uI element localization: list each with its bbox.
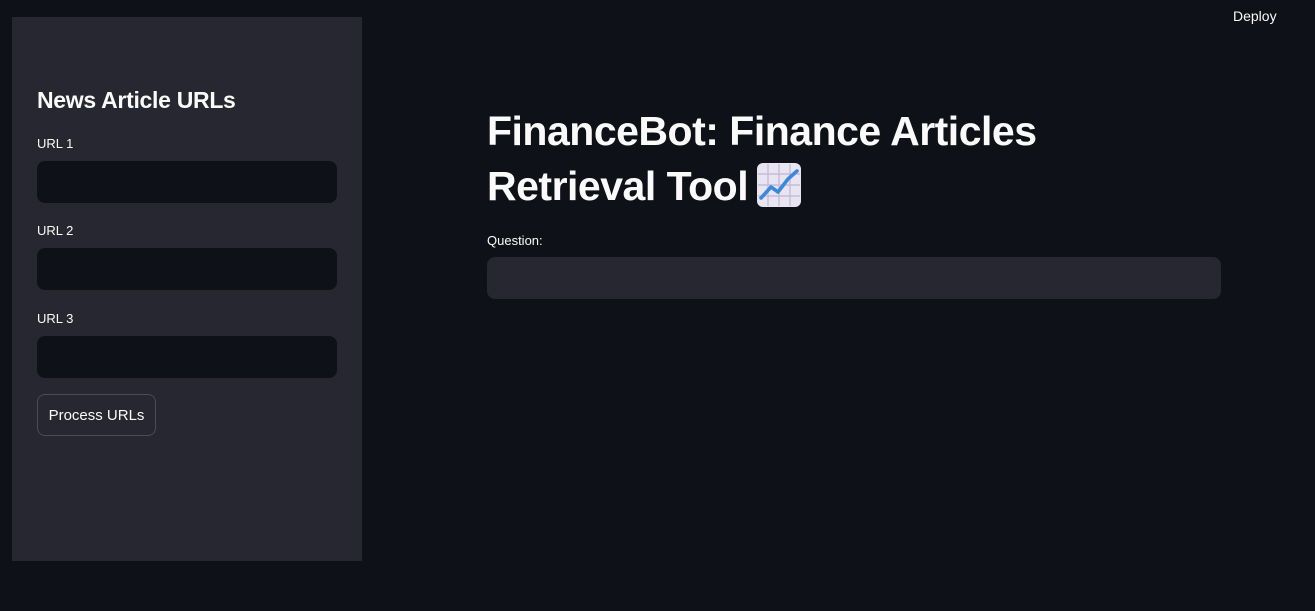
chart-increasing-icon bbox=[757, 163, 802, 207]
sidebar: News Article URLs URL 1 URL 2 URL 3 Proc… bbox=[12, 17, 362, 561]
process-urls-button[interactable]: Process URLs bbox=[37, 394, 156, 436]
page-title: FinanceBot: Finance Articles Retrieval T… bbox=[487, 104, 1187, 214]
question-label: Question: bbox=[487, 233, 543, 248]
url-3-label: URL 3 bbox=[37, 311, 74, 326]
url-1-label: URL 1 bbox=[37, 136, 74, 151]
url-3-input[interactable] bbox=[37, 336, 337, 378]
url-2-label: URL 2 bbox=[37, 223, 74, 238]
url-1-input[interactable] bbox=[37, 161, 337, 203]
deploy-button[interactable]: Deploy bbox=[1233, 8, 1277, 24]
sidebar-heading: News Article URLs bbox=[37, 87, 236, 113]
url-2-input[interactable] bbox=[37, 248, 337, 290]
app-page: Deploy News Article URLs URL 1 URL 2 URL… bbox=[0, 0, 1315, 611]
question-input[interactable] bbox=[487, 257, 1221, 299]
